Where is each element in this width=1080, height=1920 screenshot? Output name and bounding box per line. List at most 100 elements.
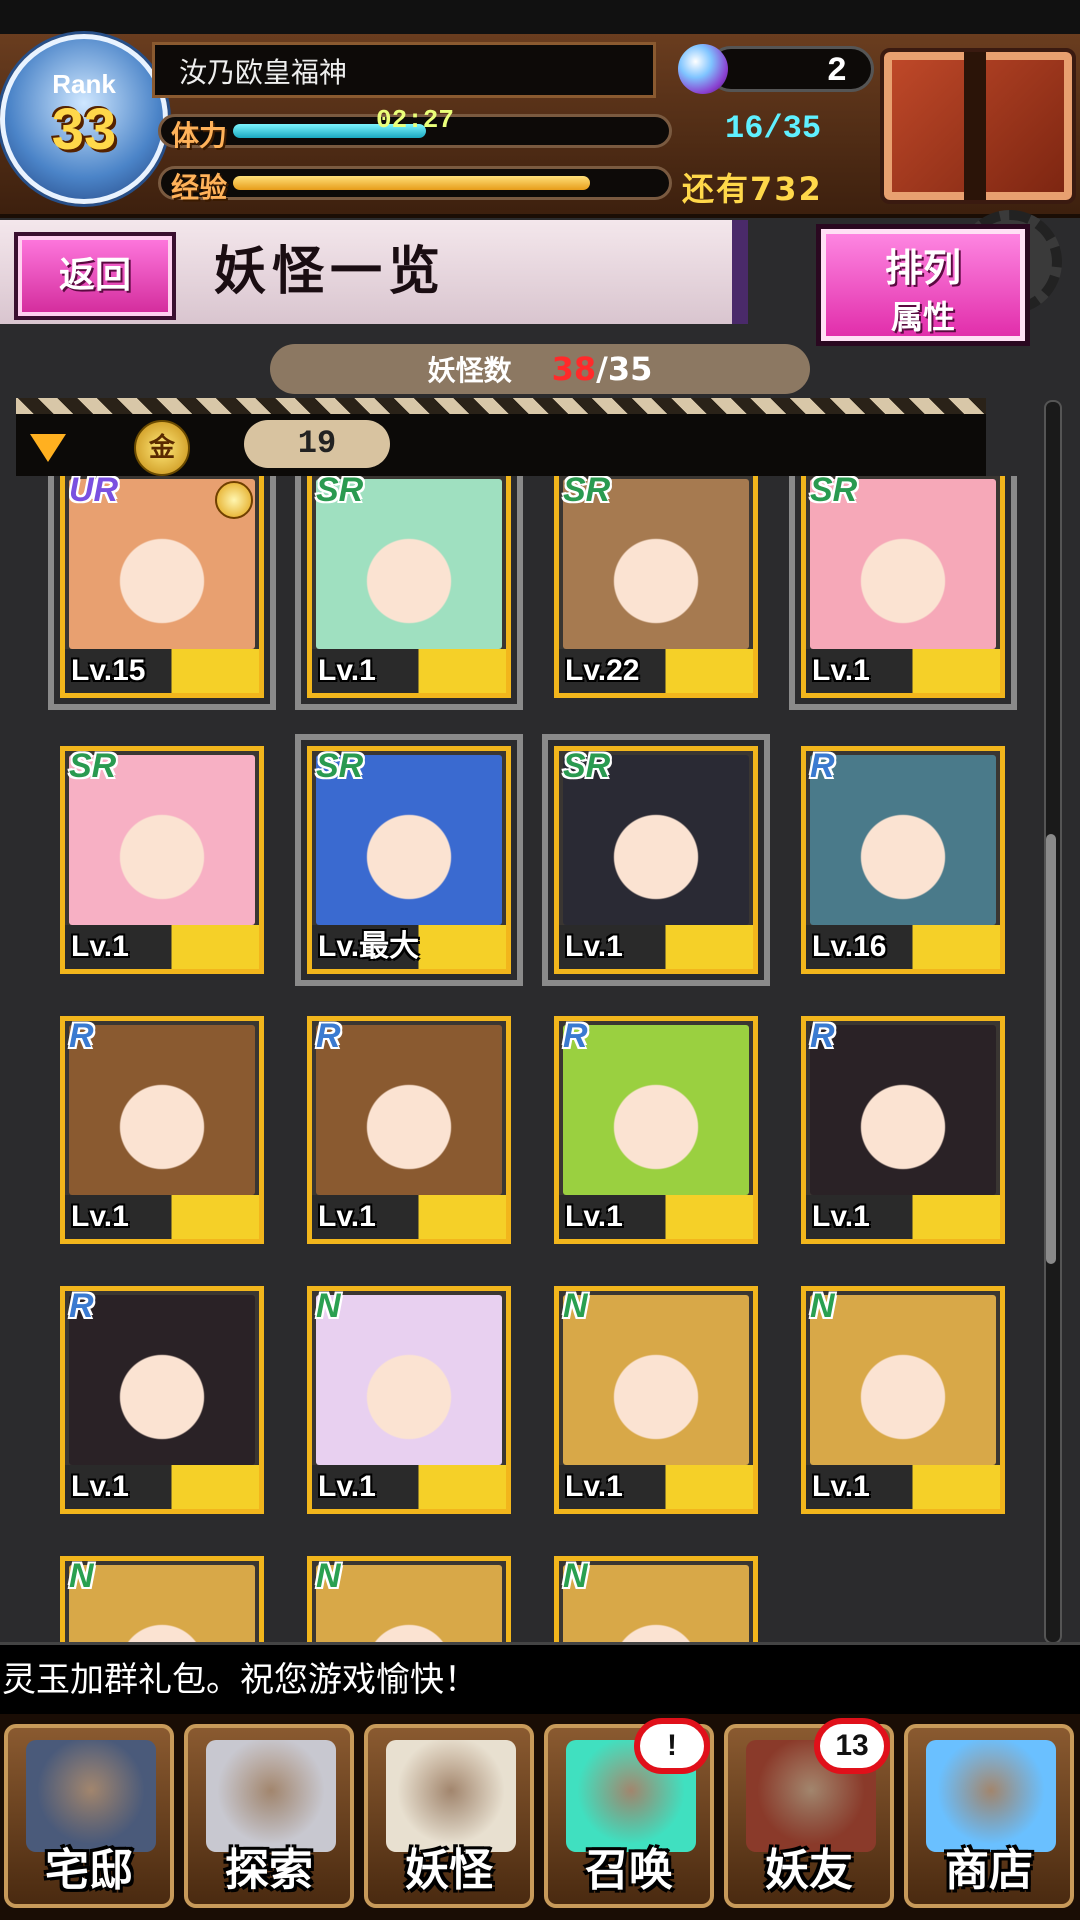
nav-button[interactable]: 商店 (904, 1724, 1074, 1908)
rarity-badge: UR (69, 476, 119, 509)
monster-portrait (563, 1565, 749, 1642)
scrollbar-thumb[interactable] (1046, 834, 1056, 1264)
exp-bar: 经验 (158, 166, 672, 204)
filter-bar: 金 19 (16, 414, 986, 476)
level-label: Lv.1 (559, 1195, 753, 1239)
level-label: Lv.1 (312, 1465, 506, 1509)
stamina-label: 体力 (171, 119, 228, 152)
nav-label: 妖怪 (405, 1845, 493, 1896)
rarity-badge: R (810, 1017, 835, 1055)
status-strip (0, 0, 1080, 34)
player-name: 汝乃欧皇福神 (152, 42, 656, 98)
level-label: Lv.1 (559, 925, 753, 969)
bottom-nav: 宅邸 探索 妖怪 召唤! 妖友 13 商店 (0, 1714, 1080, 1920)
rarity-badge: SR (316, 476, 364, 509)
monster-portrait (810, 755, 996, 925)
rarity-badge: N (563, 1287, 588, 1325)
monster-portrait (316, 1025, 502, 1195)
player-header: Rank 33 汝乃欧皇福神 2 体力 02:27 16/35 经验 还有732 (0, 34, 1080, 218)
nav-label: 妖友 (765, 1845, 853, 1896)
back-button[interactable]: 返回 (14, 232, 176, 320)
rarity-badge: SR (316, 747, 364, 785)
nav-label: 探索 (225, 1845, 313, 1896)
rarity-badge: SR (563, 476, 611, 509)
monster-portrait (810, 1295, 996, 1465)
monster-count: 妖怪数 38/35 (270, 344, 810, 394)
monster-card[interactable]: SR Lv.1 (542, 734, 770, 986)
exp-remaining: 还有732 (682, 170, 823, 208)
monster-portrait (69, 1295, 255, 1465)
medal-icon (215, 481, 253, 519)
title-bar: 返回 妖怪一览 (0, 220, 748, 324)
dropdown-triangle-icon[interactable] (30, 434, 66, 462)
level-label: Lv.1 (312, 1195, 506, 1239)
monster-card[interactable]: SR Lv.1 (295, 476, 523, 710)
exp-fill (233, 176, 590, 190)
monster-card[interactable]: SR Lv.1 (60, 746, 264, 974)
level-label: Lv.1 (65, 925, 259, 969)
rarity-badge: R (69, 1017, 94, 1055)
monster-card[interactable]: R Lv.1 (60, 1016, 264, 1244)
count-label: 妖怪数 (427, 354, 512, 387)
monster-portrait (316, 1565, 502, 1642)
count-max: 35 (607, 350, 653, 388)
monster-portrait (563, 1295, 749, 1465)
rarity-badge: N (316, 1557, 341, 1595)
level-label: Lv.1 (65, 1465, 259, 1509)
monster-card[interactable]: R Lv.1 (801, 1016, 1005, 1244)
monster-portrait (316, 1295, 502, 1465)
monster-card[interactable]: N Lv.1 (307, 1286, 511, 1514)
rarity-badge: N (563, 1557, 588, 1595)
monster-portrait (563, 1025, 749, 1195)
level-label: Lv.最大 (312, 925, 506, 969)
rarity-badge: N (69, 1557, 94, 1595)
level-label: Lv.1 (65, 1195, 259, 1239)
news-ticker: 灵玉加群礼包。祝您游戏愉快！ (0, 1642, 1080, 1717)
monster-card[interactable]: R Lv.16 (801, 746, 1005, 974)
rarity-badge: R (563, 1017, 588, 1055)
monster-card[interactable]: N Lv.1 (801, 1286, 1005, 1514)
monster-card[interactable]: N Lv.1 (554, 1286, 758, 1514)
gold-coin-icon: 金 (134, 420, 190, 476)
sort-button[interactable]: 排列 属性 (816, 224, 1030, 346)
rarity-badge: R (810, 747, 835, 785)
rarity-badge: N (810, 1287, 835, 1325)
stamina-bar: 体力 02:27 (158, 105, 672, 152)
page-title: 妖怪一览 (214, 242, 447, 302)
monster-card[interactable]: SR Lv.最大 (295, 734, 523, 986)
rarity-badge: R (316, 1017, 341, 1055)
rank-value: 33 (51, 97, 117, 162)
monster-card[interactable]: R Lv.1 (60, 1286, 264, 1514)
sort-label: 排列 (884, 246, 961, 290)
nav-button[interactable]: 探索 (184, 1724, 354, 1908)
level-label: Lv.16 (806, 925, 1000, 969)
monster-card[interactable]: N (60, 1556, 264, 1642)
rarity-badge: N (316, 1287, 341, 1325)
nav-button[interactable]: 妖怪 (364, 1724, 534, 1908)
monster-card[interactable]: UR Lv.15 (48, 476, 276, 710)
level-label: Lv.1 (559, 1465, 753, 1509)
rarity-badge: R (69, 1287, 94, 1325)
stamina-value: 16/35 (725, 110, 822, 147)
spirit-orb-icon (678, 44, 728, 94)
exp-label: 经验 (171, 171, 228, 204)
level-label: Lv.1 (312, 649, 506, 693)
notification-badge: ! (634, 1718, 710, 1774)
gift-chest-icon[interactable] (880, 48, 1076, 204)
rarity-badge: SR (563, 747, 611, 785)
spirit-orb-count: 2 (708, 46, 874, 92)
monster-card[interactable]: SR Lv.1 (789, 476, 1017, 710)
stamina-timer: 02:27 (376, 105, 455, 135)
level-label: Lv.22 (559, 649, 753, 693)
rank-badge: Rank 33 (0, 34, 168, 204)
level-label: Lv.1 (806, 1465, 1000, 1509)
monster-grid: UR Lv.15 SR Lv.1 SR Lv.22 SR Lv.1 SR Lv.1 SR Lv.最大 S… (0, 476, 1040, 1642)
monster-card[interactable]: R Lv.1 (554, 1016, 758, 1244)
monster-card[interactable]: R Lv.1 (307, 1016, 511, 1244)
sort-value: 属性 (890, 298, 955, 336)
monster-card[interactable]: SR Lv.22 (554, 476, 758, 698)
monster-card[interactable]: N (307, 1556, 511, 1642)
monster-card[interactable]: N (554, 1556, 758, 1642)
nav-button[interactable]: 宅邸 (4, 1724, 174, 1908)
monster-portrait (810, 1025, 996, 1195)
